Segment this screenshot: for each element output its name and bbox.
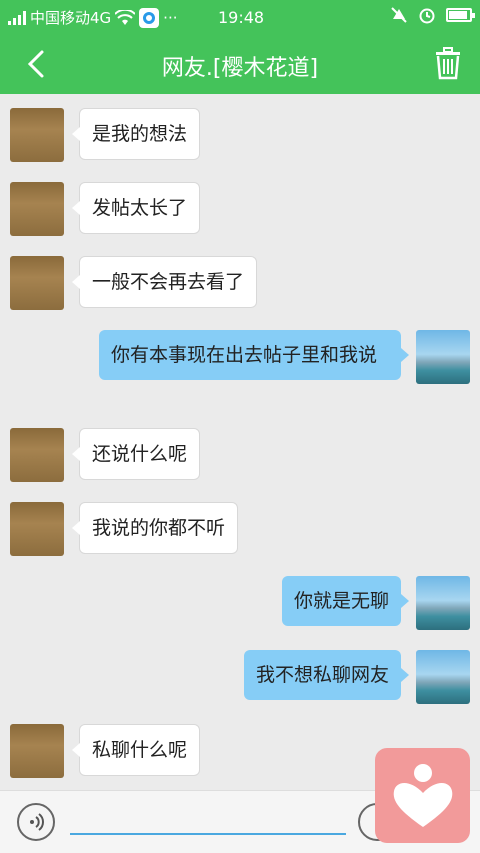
message-bubble[interactable]: 还说什么呢: [71, 428, 201, 480]
message-bubble[interactable]: 私聊什么呢: [71, 724, 201, 776]
message-bubble[interactable]: 你有本事现在出去帖子里和我说: [99, 330, 409, 380]
message-list[interactable]: 是我的想法 发帖太长了 一般不会再去看了 你有本事现在出去帖子里和我说 还说什么…: [0, 94, 480, 790]
message-bubble[interactable]: 你就是无聊: [281, 576, 410, 626]
message-input[interactable]: [70, 803, 346, 835]
my-avatar[interactable]: [416, 576, 470, 630]
wifi-icon: [115, 9, 136, 25]
message-bubble[interactable]: 我不想私聊网友: [243, 650, 410, 700]
my-avatar[interactable]: [416, 330, 470, 384]
friend-avatar[interactable]: [10, 182, 64, 236]
status-bar: 中国移动4G ··· 19:48: [0, 0, 480, 34]
trash-icon[interactable]: [434, 46, 462, 80]
chat-title: 网友.[樱木花道]: [161, 56, 319, 81]
heart-person-icon: [393, 763, 452, 827]
friend-avatar[interactable]: [10, 256, 64, 310]
status-left: 中国移动4G ···: [8, 7, 177, 28]
friend-avatar[interactable]: [10, 724, 64, 778]
battery-icon: [446, 8, 475, 22]
floating-assistant-button[interactable]: [375, 748, 470, 843]
status-right: [390, 6, 475, 24]
friend-avatar[interactable]: [10, 108, 64, 162]
message-bubble[interactable]: 我说的你都不听: [71, 502, 239, 554]
message-bubble[interactable]: 是我的想法: [71, 108, 201, 160]
carrier-label: 中国移动4G: [30, 9, 112, 27]
voice-icon: [30, 813, 44, 831]
my-avatar[interactable]: [416, 650, 470, 704]
signal-icon: [8, 10, 26, 25]
more-notifications: ···: [163, 8, 178, 27]
friend-avatar[interactable]: [10, 502, 64, 556]
friend-avatar[interactable]: [10, 428, 64, 482]
chat-header: 网友.[樱木花道]: [0, 34, 480, 94]
voice-button[interactable]: [17, 803, 55, 841]
alarm-icon: [419, 8, 435, 24]
app-notification-icon: [139, 7, 160, 28]
message-bubble[interactable]: 一般不会再去看了: [71, 256, 258, 308]
mute-icon: [391, 7, 407, 23]
clock: 19:48: [218, 8, 265, 27]
message-bubble[interactable]: 发帖太长了: [71, 182, 201, 234]
